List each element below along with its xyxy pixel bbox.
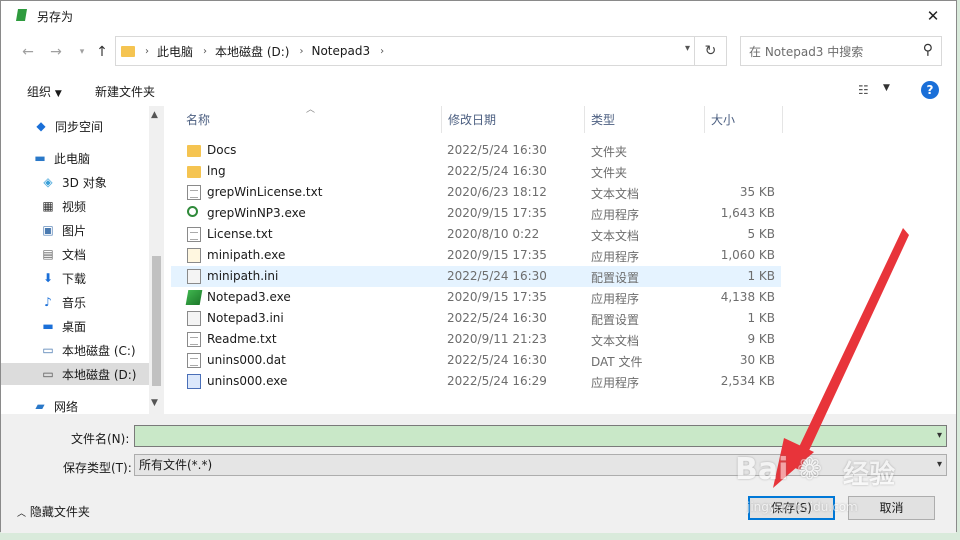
paw-icon: ❁ bbox=[797, 452, 823, 487]
baidu-watermark: Bai ❁ 经验 jingyan.baidu.com bbox=[735, 450, 915, 520]
watermark-brand2: 经验 bbox=[843, 460, 896, 490]
arrow-shaft bbox=[790, 228, 909, 470]
watermark-url: jingyan.baidu.com bbox=[747, 500, 858, 514]
watermark-brand: Bai bbox=[735, 452, 789, 487]
